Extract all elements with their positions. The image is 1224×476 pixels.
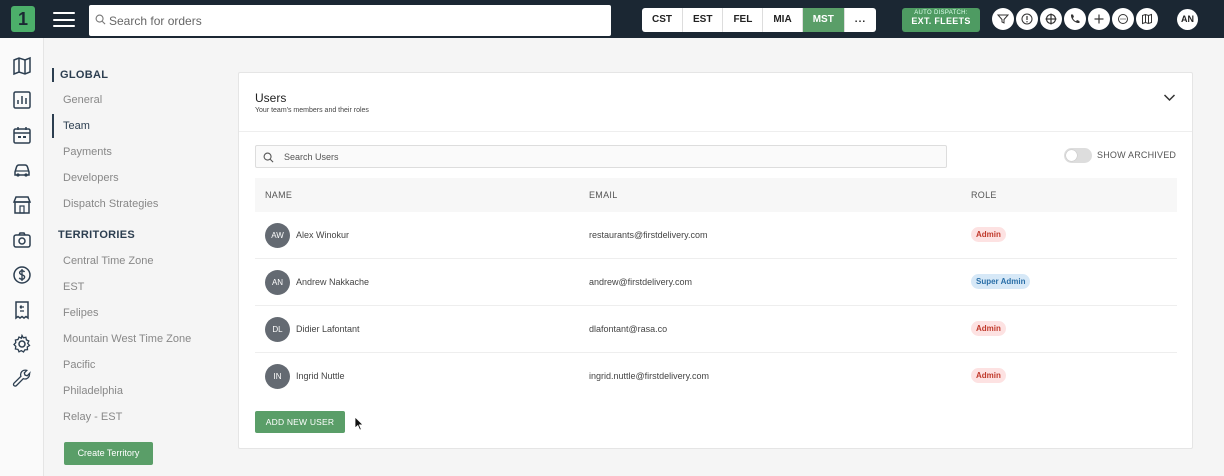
timezone-fel-button[interactable]: FEL <box>723 8 764 32</box>
auto-dispatch-value: EXT. FLEETS <box>911 16 971 26</box>
app-logo[interactable]: 1 <box>11 6 35 32</box>
nav-item-general[interactable]: General <box>63 94 102 106</box>
table-row[interactable]: DL Didier Lafontant dlafontant@rasa.co A… <box>255 306 1177 353</box>
toggle-knob <box>1066 150 1077 161</box>
user-name: Didier Lafontant <box>296 324 360 334</box>
nav-item-felipes[interactable]: Felipes <box>63 307 98 319</box>
chat-icon[interactable] <box>1112 8 1134 30</box>
show-archived-toggle[interactable] <box>1064 148 1092 163</box>
table-row[interactable]: AN Andrew Nakkache andrew@firstdelivery.… <box>255 259 1177 306</box>
map-icon[interactable] <box>1136 8 1158 30</box>
info-icon[interactable] <box>1016 8 1038 30</box>
phone-icon[interactable] <box>1064 8 1086 30</box>
nav-item-pacific[interactable]: Pacific <box>63 359 95 371</box>
add-new-user-button[interactable]: ADD NEW USER <box>255 411 345 433</box>
auto-dispatch-button[interactable]: AUTO DISPATCH: EXT. FLEETS <box>902 8 980 32</box>
column-header-email[interactable]: EMAIL <box>589 190 618 200</box>
user-search <box>255 145 947 168</box>
user-name: Ingrid Nuttle <box>296 371 345 381</box>
search-icon <box>263 152 274 163</box>
column-header-name[interactable]: NAME <box>265 190 292 200</box>
user-search-input[interactable] <box>284 146 934 167</box>
role-badge: Admin <box>971 321 1006 336</box>
hamburger-line <box>53 18 75 21</box>
timezone-selector: CST EST FEL MIA MST ... <box>642 8 877 32</box>
avatar: AW <box>265 223 290 248</box>
store-icon[interactable] <box>12 195 32 215</box>
timezone-est-button[interactable]: EST <box>683 8 724 32</box>
table-header: NAME EMAIL ROLE <box>255 178 1177 212</box>
users-table: NAME EMAIL ROLE AW Alex Winokur restaura… <box>255 178 1177 398</box>
role-badge: Admin <box>971 227 1006 242</box>
nav-item-est[interactable]: EST <box>63 281 84 293</box>
timezone-cst-button[interactable]: CST <box>642 8 683 32</box>
show-archived-label: SHOW ARCHIVED <box>1097 150 1177 160</box>
chevron-down-icon[interactable] <box>1163 93 1176 102</box>
table-row[interactable]: AW Alex Winokur restaurants@firstdeliver… <box>255 212 1177 259</box>
card-title: Users <box>255 91 287 105</box>
nav-item-team[interactable]: Team <box>63 120 90 132</box>
nav-item-mountain-west[interactable]: Mountain West Time Zone <box>63 333 191 345</box>
nav-item-payments[interactable]: Payments <box>63 146 112 158</box>
avatar: AN <box>265 270 290 295</box>
map-icon[interactable] <box>12 56 32 76</box>
wrench-icon[interactable] <box>12 369 32 389</box>
mouse-cursor-icon <box>354 416 364 431</box>
card-divider <box>239 131 1192 132</box>
order-search <box>89 5 611 36</box>
user-avatar[interactable]: AN <box>1177 9 1198 30</box>
card-subtitle: Your team's members and their roles <box>255 107 369 114</box>
car-icon[interactable] <box>12 160 32 180</box>
nav-item-philadelphia[interactable]: Philadelphia <box>63 385 123 397</box>
nav-heading-territories: TERRITORIES <box>58 229 136 241</box>
menu-toggle-button[interactable] <box>53 12 75 27</box>
hamburger-line <box>53 25 75 27</box>
header-icon-group <box>992 8 1158 30</box>
avatar: IN <box>265 364 290 389</box>
calendar-icon[interactable] <box>12 125 32 145</box>
nav-item-dispatch-strategies[interactable]: Dispatch Strategies <box>63 198 158 210</box>
radar-icon[interactable] <box>1040 8 1062 30</box>
role-badge: Super Admin <box>971 274 1031 289</box>
filter-icon[interactable] <box>992 8 1014 30</box>
hamburger-line <box>53 12 75 14</box>
plus-icon[interactable] <box>1088 8 1110 30</box>
user-email: andrew@firstdelivery.com <box>589 277 692 287</box>
auto-dispatch-label: AUTO DISPATCH: <box>914 10 968 16</box>
nav-item-developers[interactable]: Developers <box>63 172 119 184</box>
receipt-icon[interactable] <box>12 300 32 320</box>
user-email: dlafontant@rasa.co <box>589 324 668 334</box>
avatar: DL <box>265 317 290 342</box>
user-name: Andrew Nakkache <box>296 277 370 287</box>
table-row[interactable]: IN Ingrid Nuttle ingrid.nuttle@firstdeli… <box>255 353 1177 398</box>
timezone-mia-button[interactable]: MIA <box>763 8 803 32</box>
nav-active-indicator <box>52 114 54 138</box>
order-search-input[interactable] <box>109 5 604 36</box>
user-name: Alex Winokur <box>296 230 350 240</box>
dollar-icon[interactable] <box>12 265 32 285</box>
chart-icon[interactable] <box>12 90 32 110</box>
role-badge: Admin <box>971 368 1006 383</box>
user-email: ingrid.nuttle@firstdelivery.com <box>589 371 710 381</box>
camera-icon[interactable] <box>12 230 32 250</box>
column-header-role[interactable]: ROLE <box>971 190 997 200</box>
create-territory-button[interactable]: Create Territory <box>64 442 153 465</box>
nav-item-relay-est[interactable]: Relay - EST <box>63 411 122 423</box>
nav-heading-global: GLOBAL <box>52 68 108 82</box>
settings-nav: GLOBAL General Team Payments Developers … <box>44 38 224 476</box>
icon-rail <box>0 38 44 476</box>
top-bar: 1 CST EST FEL MIA MST ... AUTO DISPATCH:… <box>0 0 1224 38</box>
search-icon <box>95 14 106 25</box>
settings-icon[interactable] <box>12 334 32 354</box>
user-email: restaurants@firstdelivery.com <box>589 230 708 240</box>
timezone-mst-button[interactable]: MST <box>802 8 845 32</box>
nav-item-central-time-zone[interactable]: Central Time Zone <box>63 255 153 267</box>
users-card: Users Your team's members and their role… <box>238 72 1193 449</box>
timezone-more-button[interactable]: ... <box>845 8 876 32</box>
